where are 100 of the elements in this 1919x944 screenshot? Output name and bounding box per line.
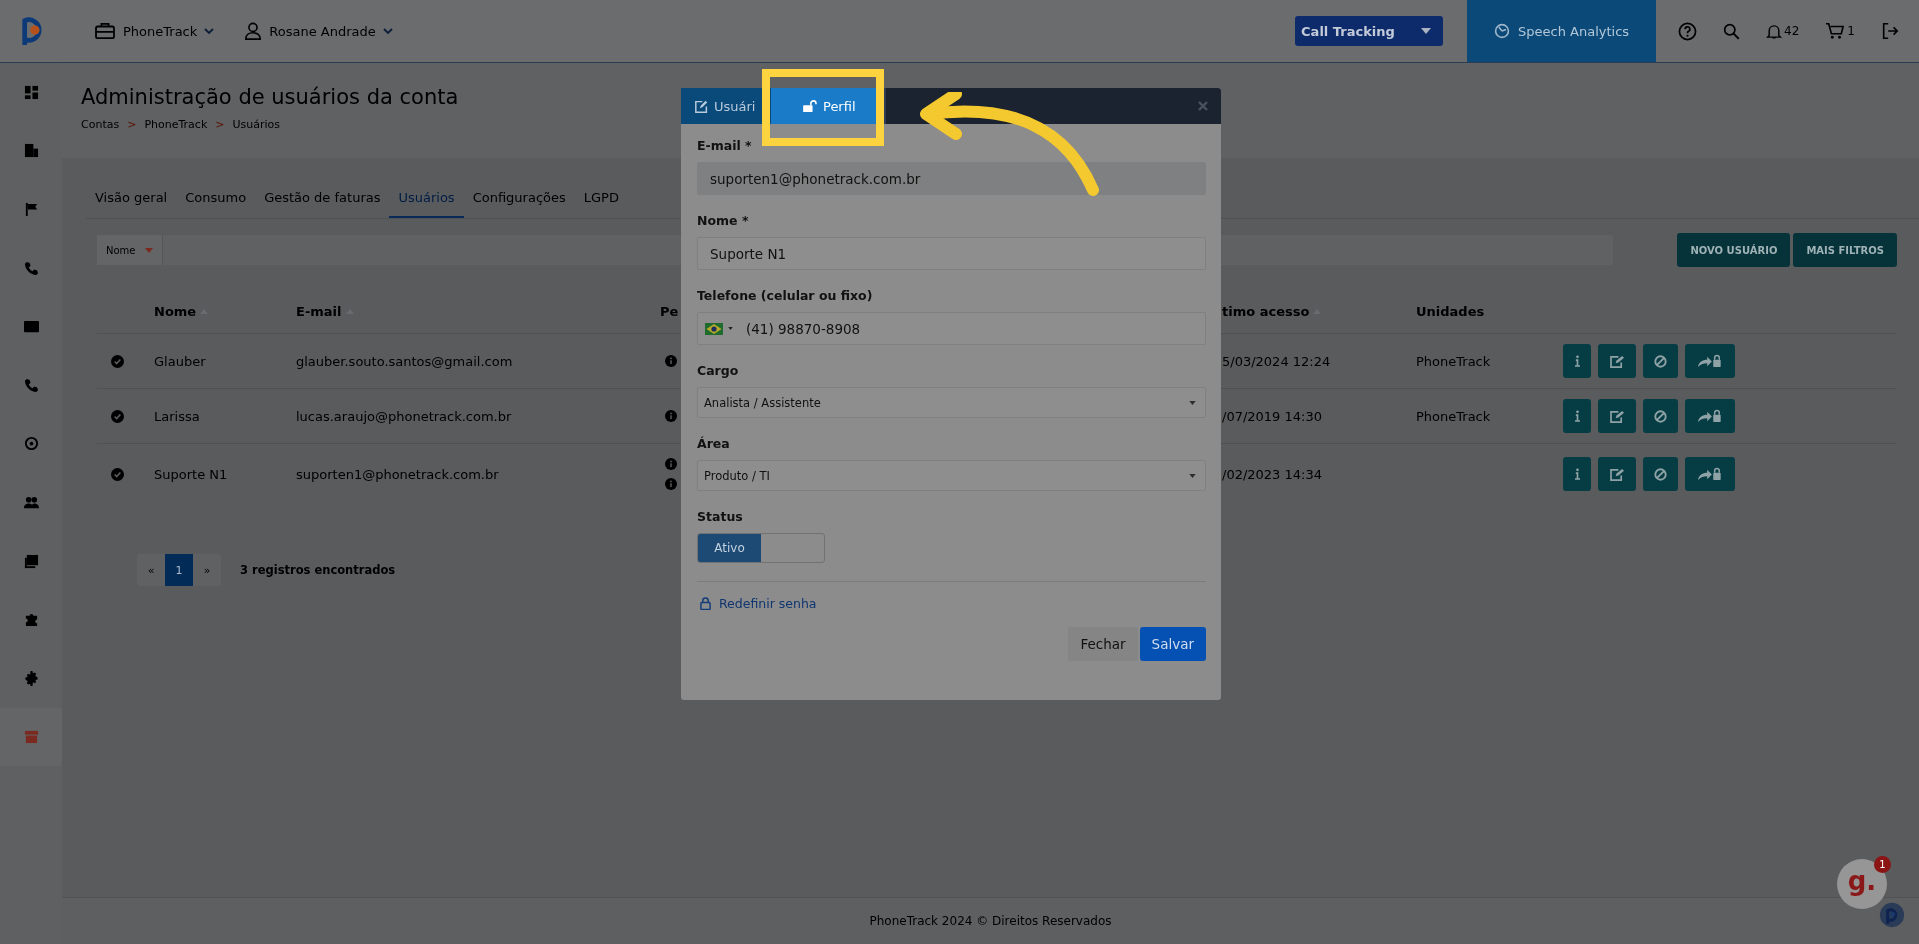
help-icon[interactable]	[1678, 21, 1698, 41]
reset-password-link[interactable]: Redefinir senha	[697, 596, 817, 611]
cart-button[interactable]: 1	[1825, 22, 1855, 40]
phone-number-input[interactable]: (41) 98870-8908	[746, 320, 1193, 337]
transfer-button[interactable]	[1685, 344, 1735, 378]
building-icon[interactable]	[23, 143, 39, 159]
users-icon[interactable]	[23, 494, 39, 510]
breadcrumb-link[interactable]: PhoneTrack	[144, 118, 208, 131]
lock-icon	[700, 597, 711, 610]
info-button[interactable]	[1563, 457, 1591, 491]
search-icon[interactable]	[1723, 22, 1741, 40]
next-page-button[interactable]: »	[193, 554, 221, 586]
phone-icon[interactable]	[23, 260, 39, 276]
bell-icon	[1766, 22, 1783, 40]
tab[interactable]: LGPD	[574, 180, 628, 218]
filter-field-select[interactable]: Nome	[97, 235, 163, 265]
previous-page-button[interactable]: «	[137, 554, 165, 586]
user-icon	[244, 22, 263, 40]
tab[interactable]: Visão geral	[86, 180, 177, 218]
column-header[interactable]: Nome	[154, 303, 296, 319]
notification-badge: 1	[1874, 856, 1891, 873]
transfer-button[interactable]	[1685, 399, 1735, 433]
info-button[interactable]	[1563, 399, 1591, 433]
phone-field[interactable]: (41) 98870-8908	[697, 312, 1206, 345]
dialog-tab[interactable]: Usuári	[681, 88, 771, 124]
table-cell: PhoneTrack	[1416, 408, 1491, 424]
close-icon[interactable]	[1198, 101, 1208, 111]
ban-icon	[1654, 354, 1667, 368]
edit-icon	[1609, 354, 1625, 368]
check-circle-icon	[111, 467, 124, 481]
info-button[interactable]	[1563, 344, 1591, 378]
info-icon[interactable]	[665, 355, 677, 367]
gear-icon[interactable]	[23, 670, 39, 686]
info-icon[interactable]	[665, 478, 677, 490]
ban-icon	[1654, 467, 1667, 481]
tab[interactable]: Configurações	[463, 180, 575, 218]
footer-text: PhoneTrack 2024 © Direitos Reservados	[869, 914, 1112, 928]
dialog-tab[interactable]: Perfil	[771, 88, 886, 124]
breadcrumb-link[interactable]: Contas	[81, 118, 120, 131]
block-button[interactable]	[1643, 457, 1678, 491]
logo-icon[interactable]	[1879, 902, 1905, 928]
info-icon[interactable]	[665, 410, 677, 422]
tab[interactable]: Usuários	[389, 180, 464, 218]
close-button[interactable]: Fechar	[1068, 627, 1138, 661]
table-cell-text: Glauber	[154, 353, 207, 369]
tab[interactable]: Gestão de faturas	[255, 180, 390, 218]
check-circle-icon	[111, 354, 124, 368]
records-count: 3 registros encontrados	[240, 563, 396, 577]
flag-icon[interactable]	[23, 202, 39, 217]
brazil-flag-icon[interactable]	[705, 322, 723, 335]
table-cell-text: lucas.araujo@phonetrack.com.br	[296, 408, 513, 424]
edit-icon	[1609, 409, 1625, 423]
share-lock-icon	[1697, 408, 1723, 424]
save-button[interactable]: Salvar	[1139, 627, 1206, 661]
action-button[interactable]: NOVO USUÁRIO	[1677, 233, 1791, 267]
edit-icon	[1609, 467, 1625, 481]
card-icon[interactable]	[23, 319, 39, 335]
speech-analytics-button[interactable]: Speech Analytics	[1467, 0, 1657, 62]
share-lock-icon	[1697, 353, 1723, 369]
block-button[interactable]	[1643, 344, 1678, 378]
column-header[interactable]: E-mail	[296, 303, 660, 319]
grid-icon[interactable]	[23, 84, 39, 100]
column-header[interactable]: Unidades	[1416, 303, 1563, 319]
info-icon	[1574, 410, 1580, 422]
table-cell-text: Suporte N1	[154, 466, 229, 482]
select-field[interactable]: Produto / TI	[697, 460, 1206, 491]
caret-icon	[1421, 28, 1432, 34]
field-label: Nome *	[697, 213, 750, 228]
user-menu[interactable]: Rosane Andrade	[244, 22, 393, 40]
info-icon	[1574, 468, 1580, 480]
list-icon[interactable]	[23, 553, 39, 569]
briefcase-icon	[94, 22, 116, 40]
phone-icon[interactable]	[23, 377, 39, 393]
table-cell-text: /02/2023 14:34	[1222, 466, 1323, 482]
block-button[interactable]	[1643, 399, 1678, 433]
ban-icon	[1654, 409, 1667, 423]
caret-icon	[1189, 400, 1196, 405]
product-select[interactable]: Call Tracking	[1295, 16, 1444, 46]
share-lock-icon	[1697, 466, 1723, 482]
column-header[interactable]: timo acesso	[1222, 303, 1416, 319]
text-field[interactable]: Suporte N1	[697, 237, 1206, 270]
action-button[interactable]: MAIS FILTROS	[1793, 233, 1897, 267]
edit-icon	[695, 99, 708, 113]
field-label: Status	[697, 509, 744, 524]
info-icon[interactable]	[665, 458, 677, 470]
tab[interactable]: Consumo	[176, 180, 256, 218]
edit-button[interactable]	[1598, 399, 1636, 433]
notifications-button[interactable]: 42	[1766, 22, 1800, 40]
unlock-icon	[803, 100, 817, 112]
logout-icon[interactable]	[1881, 22, 1899, 40]
edit-button[interactable]	[1598, 344, 1636, 378]
puzzle-icon[interactable]	[23, 612, 39, 628]
account-menu[interactable]: PhoneTrack	[94, 22, 215, 40]
chevron-down-icon	[382, 28, 393, 34]
page-button[interactable]: 1	[165, 554, 193, 586]
transfer-button[interactable]	[1685, 457, 1735, 491]
status-toggle[interactable]: Ativo	[697, 533, 825, 563]
edit-button[interactable]	[1598, 457, 1636, 491]
table-cell-text: 5/03/2024 12:24	[1222, 353, 1332, 369]
select-field[interactable]: Analista / Assistente	[697, 387, 1206, 418]
